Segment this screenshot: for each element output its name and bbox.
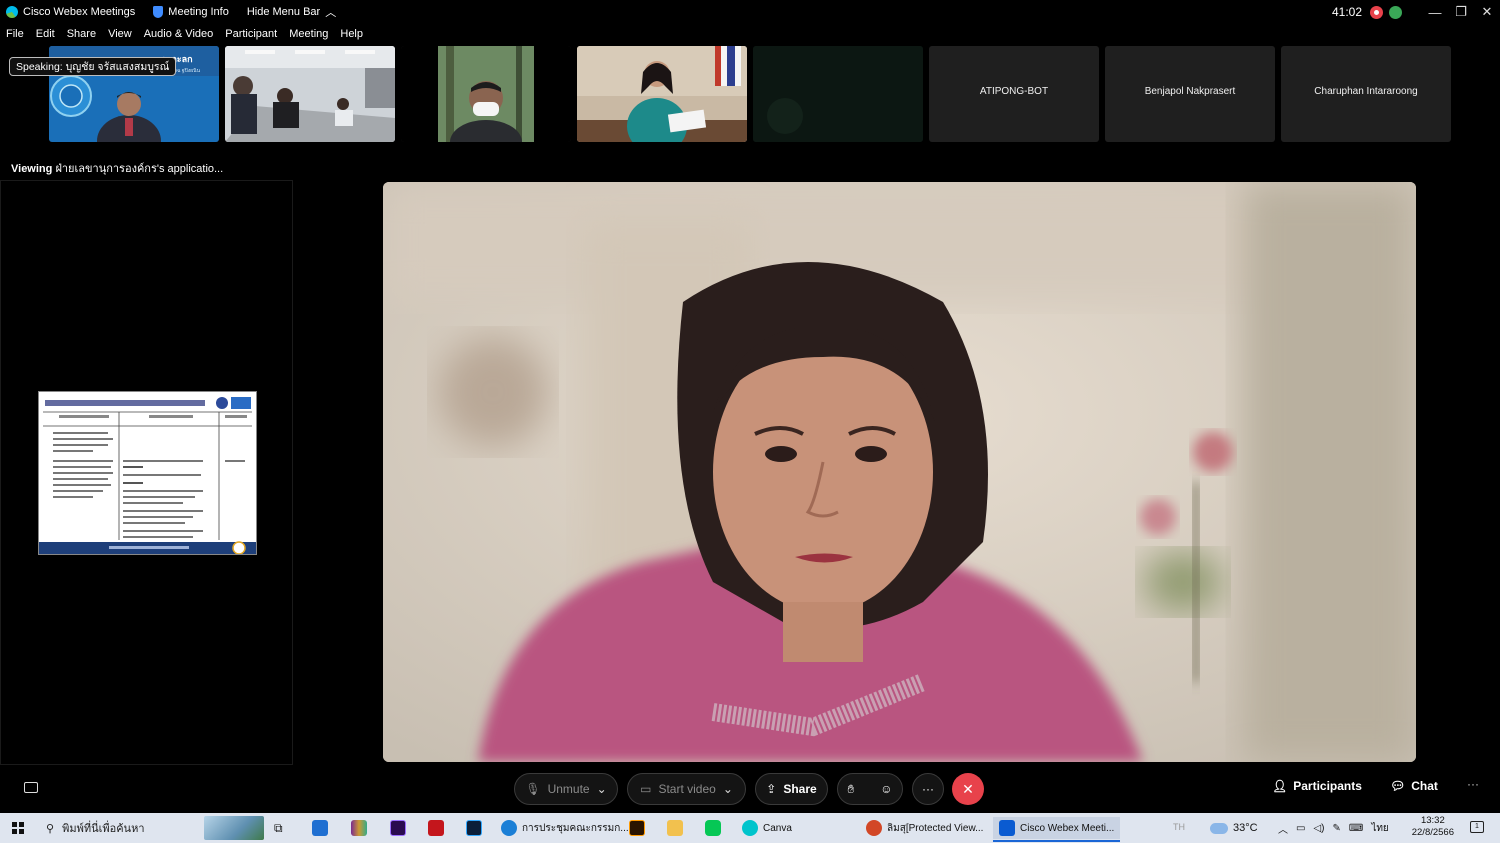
- participant-name-tile[interactable]: Benjapol Nakprasert: [1105, 46, 1275, 142]
- taskbar-clock[interactable]: 13:32 22/8/2566: [1412, 815, 1454, 839]
- notifications-icon[interactable]: 1: [1470, 821, 1484, 833]
- line-icon[interactable]: [705, 820, 721, 836]
- taskbar-app-webex[interactable]: Cisco Webex Meeti...: [993, 817, 1121, 842]
- search-icon: ⚲: [46, 822, 55, 835]
- raise-hand-reactions-group: ✋︎ ☺︎: [837, 773, 903, 805]
- search-highlight-image: [204, 816, 264, 840]
- minimize-icon[interactable]: —: [1422, 5, 1448, 20]
- video-feed: [401, 46, 571, 142]
- menu-view[interactable]: View: [108, 28, 132, 40]
- meeting-timer: 41:02: [1331, 5, 1362, 19]
- menu-share[interactable]: Share: [67, 28, 96, 40]
- start-video-button[interactable]: ▭ Start video ⌄: [627, 773, 746, 805]
- monitor-icon[interactable]: ▭: [1296, 823, 1305, 834]
- chat-bubble-icon: 💬︎: [1390, 779, 1406, 793]
- person-icon: 👤︎: [1272, 779, 1288, 793]
- participant-name: ATIPONG-BOT: [979, 86, 1049, 97]
- participant-name: Charuphan Intararoong: [1314, 86, 1418, 97]
- participants-button[interactable]: 👤︎ Participants: [1272, 779, 1362, 793]
- chevron-down-icon: ⌄: [596, 782, 607, 796]
- keyboard-icon[interactable]: ⌨: [1349, 823, 1363, 834]
- reactions-icon[interactable]: ☺︎: [880, 782, 892, 796]
- menu-participant[interactable]: Participant: [225, 28, 277, 40]
- participant-video-tile[interactable]: [753, 46, 923, 142]
- mail-icon[interactable]: [312, 820, 328, 836]
- weather-cloud-icon: [1210, 822, 1228, 834]
- active-speaker-label: Speaking: บุญชัย จรัสแสงสมบูรณ์: [9, 57, 177, 76]
- powerpoint-icon: [866, 820, 882, 836]
- acrobat-icon[interactable]: [428, 820, 444, 836]
- microphone-muted-icon: 🎙︎: [525, 782, 541, 796]
- chat-button[interactable]: 💬︎ Chat: [1390, 779, 1438, 793]
- canva-icon: [742, 820, 758, 836]
- close-icon: ✕: [962, 780, 974, 797]
- meeting-info-button[interactable]: Meeting Info: [153, 6, 229, 18]
- share-button[interactable]: ⇪ Share: [755, 773, 828, 805]
- chevron-up-icon[interactable]: ︿: [1278, 821, 1288, 836]
- speaker-icon[interactable]: ◁): [1313, 823, 1324, 834]
- photoshop-icon[interactable]: [466, 820, 482, 836]
- file-explorer-icon[interactable]: [667, 820, 683, 836]
- title-bar: Cisco Webex Meetings Meeting Info Hide M…: [0, 0, 1500, 24]
- taskbar-app-powerpoint[interactable]: ลิมสุ[Protected View...: [866, 817, 983, 839]
- recording-icon[interactable]: [1370, 5, 1383, 19]
- chevron-down-icon: ⌄: [722, 782, 733, 796]
- taskbar-app-edge[interactable]: การประชุมคณะกรรมก...: [501, 817, 629, 839]
- premiere-icon[interactable]: [390, 820, 406, 836]
- leave-meeting-button[interactable]: ✕: [952, 773, 984, 805]
- video-feed: [225, 46, 395, 142]
- participant-video-tile[interactable]: [401, 46, 571, 142]
- webex-logo-icon: [6, 6, 18, 18]
- hide-menu-bar-button[interactable]: Hide Menu Bar ︿: [247, 4, 336, 20]
- app-title: Cisco Webex Meetings: [0, 6, 135, 18]
- participant-name-tile[interactable]: Charuphan Intararoong: [1281, 46, 1451, 142]
- viewing-label: Viewing ฝ่ายเลขานุการองค์กร's applicatio…: [11, 163, 224, 175]
- taskbar-app-canva[interactable]: Canva: [742, 817, 792, 839]
- windows-start-icon[interactable]: [12, 822, 24, 834]
- slide-content: [39, 392, 256, 555]
- video-off-icon: ▭: [640, 782, 652, 796]
- participant-name-tile[interactable]: ATIPONG-BOT: [929, 46, 1099, 142]
- task-view-icon[interactable]: ⧉: [274, 821, 283, 836]
- close-icon[interactable]: ✕: [1474, 4, 1500, 20]
- restore-icon[interactable]: ❐: [1448, 4, 1474, 20]
- raise-hand-icon[interactable]: ✋︎: [847, 782, 854, 797]
- system-tray: ︿ ▭ ◁) ✎ ⌨ ไทย: [1278, 813, 1389, 843]
- pen-icon[interactable]: ✎: [1332, 823, 1340, 834]
- video-feed: [383, 182, 1416, 762]
- participant-video-tile[interactable]: [577, 46, 747, 142]
- network-health-icon[interactable]: [1389, 5, 1402, 19]
- meeting-controls: 🎙︎ Unmute ⌄ ▭ Start video ⌄ ⇪ Share ✋︎ ☺…: [0, 773, 1500, 807]
- winrar-icon[interactable]: [351, 820, 367, 836]
- participant-video-tile[interactable]: [225, 46, 395, 142]
- chevron-up-icon: ︿: [325, 7, 337, 19]
- menu-meeting[interactable]: Meeting: [289, 28, 328, 40]
- video-feed: [577, 46, 747, 142]
- menu-audio-video[interactable]: Audio & Video: [144, 28, 214, 40]
- main-speaker-video[interactable]: [383, 182, 1416, 762]
- menu-file[interactable]: File: [6, 28, 24, 40]
- shared-slide-thumbnail[interactable]: [38, 391, 257, 555]
- illustrator-icon[interactable]: [629, 820, 645, 836]
- shield-icon: [153, 6, 164, 18]
- edge-icon: [501, 820, 517, 836]
- menu-bar: File Edit Share View Audio & Video Parti…: [0, 25, 369, 43]
- unmute-button[interactable]: 🎙︎ Unmute ⌄: [514, 773, 618, 805]
- panel-options-icon[interactable]: ···: [1467, 777, 1479, 791]
- webex-icon: [999, 820, 1015, 836]
- menu-help[interactable]: Help: [340, 28, 363, 40]
- input-language[interactable]: ไทย: [1371, 821, 1388, 836]
- shared-content-panel[interactable]: [0, 180, 293, 765]
- captions-icon[interactable]: [24, 782, 38, 793]
- weather-widget[interactable]: 33°C: [1210, 813, 1258, 843]
- windows-taskbar: ⚲ พิมพ์ที่นี่เพื่อค้นหา ⧉ การประชุมคณะกร…: [0, 813, 1500, 843]
- share-screen-icon: ⇪: [766, 782, 777, 796]
- more-options-button[interactable]: ···: [912, 773, 944, 805]
- participant-name: Benjapol Nakprasert: [1144, 86, 1236, 97]
- menu-edit[interactable]: Edit: [36, 28, 55, 40]
- taskbar-search[interactable]: ⚲ พิมพ์ที่นี่เพื่อค้นหา: [38, 813, 264, 843]
- video-feed: [753, 46, 923, 142]
- more-icon: ···: [922, 782, 934, 796]
- input-indicator[interactable]: TH: [1173, 822, 1185, 832]
